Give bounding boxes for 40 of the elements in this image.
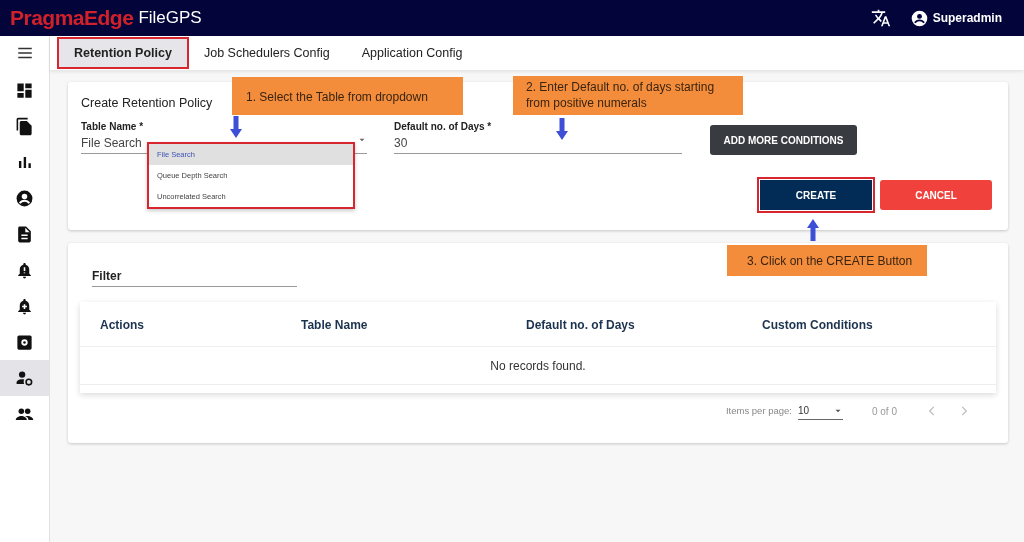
account-icon <box>15 188 34 208</box>
callout: 3. Click on the CREATE Button <box>727 245 927 276</box>
callout: 1. Select the Table from dropdown <box>232 77 463 115</box>
sidebar-item[interactable] <box>0 360 49 396</box>
column-header: Table Name <box>301 318 368 332</box>
filter-field[interactable]: Filter <box>92 265 297 287</box>
user-name: Superadmin <box>932 10 1002 27</box>
tab[interactable]: Retention Policy <box>59 39 187 67</box>
account-icon <box>910 9 928 27</box>
create-button[interactable]: CREATE <box>760 180 872 210</box>
down-arrow-icon <box>556 118 568 140</box>
range-label: 0 of 0 <box>871 404 897 419</box>
cancel-button[interactable]: CANCEL <box>880 180 992 210</box>
field-label: Default no. of Days * <box>394 121 492 133</box>
field-value: File Search <box>81 135 142 152</box>
document-icon <box>15 224 34 244</box>
empty-message: No records found. <box>490 357 586 375</box>
brand-logo: PragmaEdge <box>10 5 134 32</box>
page-size-select[interactable]: 10 <box>797 402 843 420</box>
copy-icon <box>15 116 34 136</box>
user-gear-icon <box>15 368 34 388</box>
down-arrow-icon <box>230 116 242 138</box>
user-menu[interactable]: Superadmin <box>910 9 1002 27</box>
translate-icon[interactable] <box>870 8 891 28</box>
up-arrow-icon <box>807 219 819 241</box>
callout: 2. Enter Default no. of days starting from positive numerals <box>513 76 743 115</box>
bell-plus-icon <box>15 296 34 316</box>
column-header: Default no. of Days <box>526 318 635 332</box>
product-name: FileGPS <box>138 7 202 30</box>
page-size-value: 10 <box>797 404 810 418</box>
form-title: Create Retention Policy <box>81 96 213 111</box>
field-value: 30 <box>394 135 408 152</box>
column-header: Custom Conditions <box>762 318 873 332</box>
dashboard-icon <box>15 80 34 100</box>
field-label: Table Name * <box>81 121 144 133</box>
add-conditions-button[interactable]: ADD MORE CONDITIONS <box>710 125 857 155</box>
items-per-page-label: Items per page: <box>725 403 792 418</box>
column-header: Actions <box>100 318 144 332</box>
settings-icon <box>15 332 34 352</box>
bell-icon <box>15 260 34 280</box>
